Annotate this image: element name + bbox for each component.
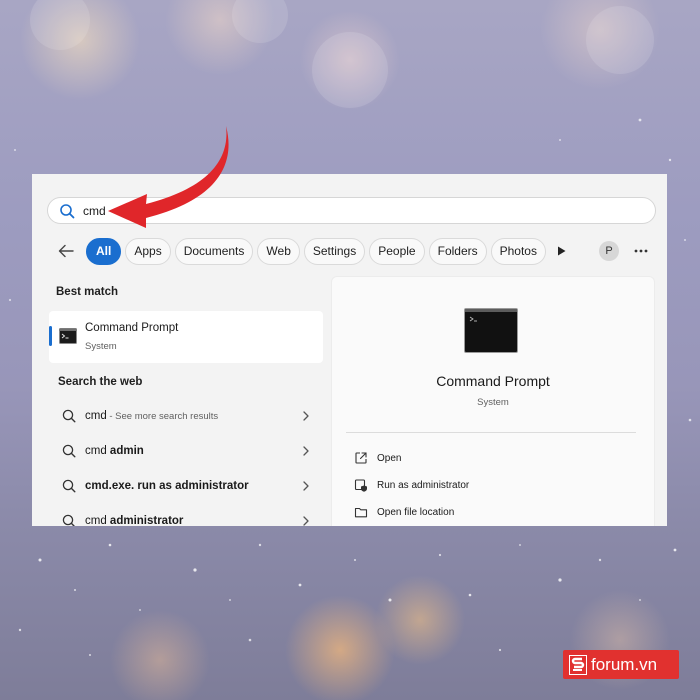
best-match-item[interactable]: Command Prompt System bbox=[49, 311, 323, 363]
shield-admin-icon bbox=[354, 479, 367, 492]
action-label: Open bbox=[377, 452, 402, 464]
search-icon bbox=[60, 203, 75, 218]
chevron-right-icon bbox=[303, 446, 309, 456]
best-match-name: Command Prompt bbox=[85, 322, 179, 334]
search-icon bbox=[62, 409, 76, 423]
filter-chip-settings[interactable]: Settings bbox=[303, 237, 366, 265]
filter-chip-apps[interactable]: Apps bbox=[125, 237, 171, 265]
open-external-icon bbox=[355, 452, 367, 464]
filter-chip-all[interactable]: All bbox=[86, 237, 122, 265]
web-result-text: cmd bbox=[85, 515, 110, 526]
action-run-as-administrator[interactable]: Run as administrator bbox=[354, 475, 469, 495]
action-label: Run as administrator bbox=[377, 479, 470, 491]
web-result-item[interactable]: cmd.exe. run as administrator bbox=[49, 469, 323, 503]
best-match-type: System bbox=[85, 341, 117, 352]
search-icon bbox=[62, 514, 75, 526]
action-open-file-location[interactable]: Open file location bbox=[354, 502, 454, 522]
filter-chip-people[interactable]: People bbox=[369, 237, 425, 265]
web-result-item[interactable]: cmd administrator bbox=[49, 504, 323, 526]
filter-chip-web[interactable]: Web bbox=[257, 237, 300, 265]
search-icon bbox=[62, 479, 76, 493]
preview-title: Command Prompt bbox=[436, 373, 550, 389]
filter-chip-folders[interactable]: Folders bbox=[428, 237, 487, 265]
chevron-right-icon bbox=[303, 516, 309, 526]
filter-chip-documents[interactable]: Documents bbox=[174, 237, 254, 265]
web-result-text: cmd bbox=[85, 445, 110, 457]
search-web-heading: Search the web bbox=[58, 376, 143, 388]
web-result-item[interactable]: cmd - See more search results bbox=[49, 399, 323, 433]
command-prompt-icon bbox=[464, 308, 518, 353]
web-result-item[interactable]: cmd admin bbox=[49, 434, 323, 468]
ellipsis-icon bbox=[634, 249, 648, 253]
preview-subtitle: System bbox=[477, 397, 509, 408]
web-result-sub: - See more search results bbox=[106, 411, 219, 422]
filter-chip-photos[interactable]: Photos bbox=[490, 237, 546, 265]
brand-logo-icon bbox=[569, 654, 587, 675]
web-result-bold: administrator bbox=[109, 515, 184, 526]
arrow-left-icon bbox=[58, 244, 74, 258]
action-label: Open file location bbox=[377, 506, 455, 518]
folder-icon bbox=[354, 507, 368, 518]
chevron-right-icon bbox=[303, 481, 309, 491]
preview-divider bbox=[346, 432, 636, 433]
play-icon bbox=[558, 246, 566, 256]
preview-pane: Command Prompt System Open Run as admini… bbox=[331, 276, 655, 526]
action-open[interactable]: Open bbox=[354, 448, 401, 468]
more-filters-button[interactable] bbox=[552, 239, 572, 263]
watermark-text: forum.vn bbox=[591, 654, 658, 674]
web-result-text: cmd bbox=[85, 410, 107, 422]
filter-bar: All Apps Documents Web Settings People F… bbox=[52, 237, 572, 265]
web-result-bold: cmd.exe. run as administrator bbox=[85, 480, 249, 492]
best-match-heading: Best match bbox=[56, 286, 118, 298]
chevron-right-icon bbox=[303, 411, 309, 421]
watermark-badge: forum.vn bbox=[563, 650, 679, 679]
annotation-arrow bbox=[108, 126, 229, 228]
web-result-bold: admin bbox=[109, 445, 144, 457]
avatar[interactable]: P bbox=[599, 241, 619, 261]
search-icon bbox=[62, 444, 76, 458]
more-options-button[interactable] bbox=[630, 241, 652, 261]
back-button[interactable] bbox=[52, 239, 80, 263]
selection-indicator bbox=[49, 326, 52, 346]
command-prompt-icon bbox=[59, 328, 77, 344]
